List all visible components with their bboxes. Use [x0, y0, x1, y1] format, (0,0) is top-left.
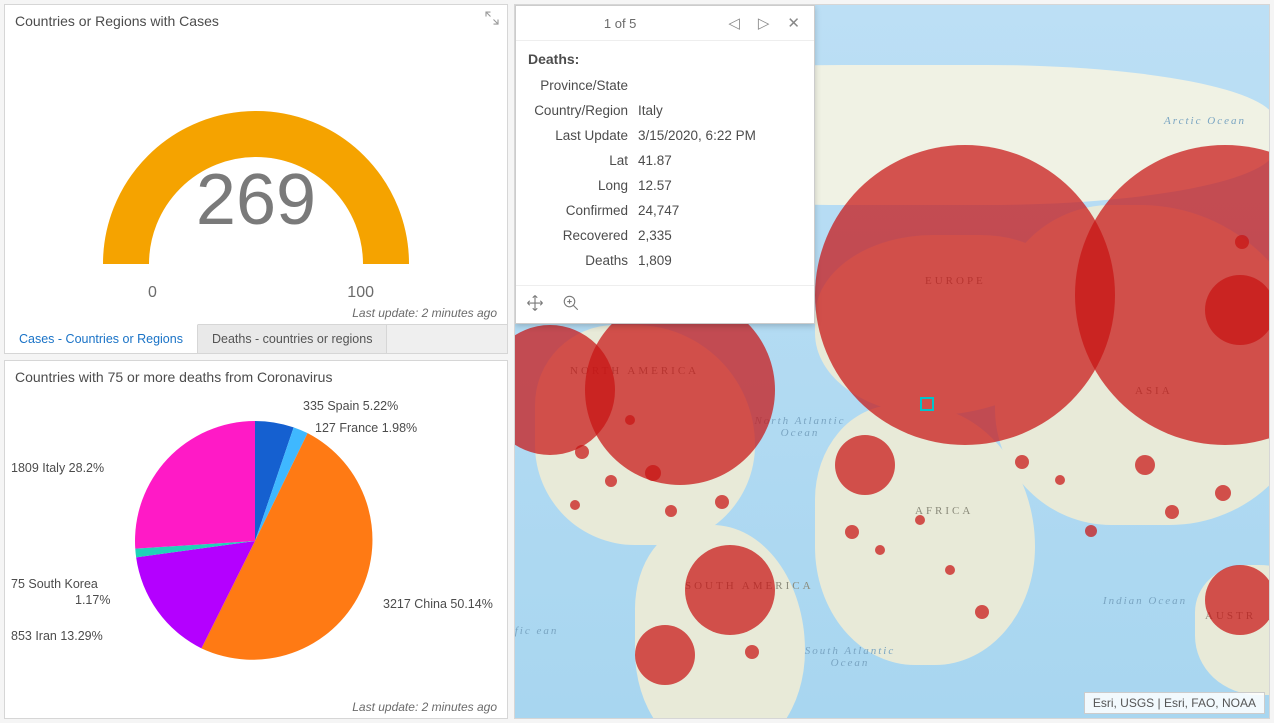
right-column: North America South America Europe Afric…	[514, 4, 1270, 719]
pan-icon[interactable]	[526, 294, 544, 315]
gauge-body: 269 0 100 Last update: 2 minutes ago	[5, 33, 507, 324]
popup-toolbar	[516, 285, 814, 323]
map-label-arctic: Arctic Ocean	[1155, 115, 1255, 127]
case-dot[interactable]	[745, 645, 759, 659]
popup-row: Long12.57	[528, 173, 802, 198]
case-dot[interactable]	[1215, 485, 1231, 501]
case-dot[interactable]	[945, 565, 955, 575]
popup-row: Recovered2,335	[528, 223, 802, 248]
popup-row: Confirmed24,747	[528, 198, 802, 223]
popup-row: Deaths1,809	[528, 248, 802, 273]
popup-fields: Province/State Country/RegionItaly Last …	[516, 73, 814, 285]
popup-next-icon[interactable]: ▷	[754, 12, 774, 34]
case-dot[interactable]	[570, 500, 580, 510]
gauge-max-label: 100	[347, 284, 374, 302]
gauge-min-label: 0	[148, 284, 157, 302]
pie-label-france: 127 France 1.98%	[315, 421, 417, 435]
expand-icon[interactable]	[483, 9, 501, 27]
left-column: Countries or Regions with Cases 269 0 10…	[4, 4, 508, 719]
case-dot[interactable]	[845, 525, 859, 539]
case-dot[interactable]	[715, 495, 729, 509]
popup-row: Country/RegionItaly	[528, 98, 802, 123]
pie-panel: Countries with 75 or more deaths from Co…	[4, 360, 508, 719]
pie-last-update: Last update: 2 minutes ago	[352, 700, 497, 714]
pie-label-spain: 335 Spain 5.22%	[303, 399, 398, 413]
gauge-last-update: Last update: 2 minutes ago	[352, 306, 497, 320]
case-dot[interactable]	[1085, 525, 1097, 537]
map-label-ind: Indian Ocean	[1095, 595, 1195, 607]
pie-label-skorea1: 75 South Korea	[11, 577, 98, 591]
gauge-title: Countries or Regions with Cases	[5, 5, 507, 33]
pie-title: Countries with 75 or more deaths from Co…	[5, 361, 507, 389]
map-label-pac: ific ean	[514, 625, 559, 637]
popup-row: Last Update3/15/2020, 6:22 PM	[528, 123, 802, 148]
popup-prev-icon[interactable]: ◁	[724, 12, 744, 34]
case-dot[interactable]	[665, 505, 677, 517]
case-bubble[interactable]	[685, 545, 775, 635]
tab-cases[interactable]: Cases - Countries or Regions	[5, 324, 198, 353]
map-label-satl: South Atlantic Ocean	[800, 645, 900, 669]
pie-label-iran: 853 Iran 13.29%	[11, 629, 103, 643]
map-attribution: Esri, USGS | Esri, FAO, NOAA	[1084, 692, 1265, 714]
case-dot[interactable]	[975, 605, 989, 619]
case-dot[interactable]	[605, 475, 617, 487]
case-bubble[interactable]	[835, 435, 895, 495]
case-dot[interactable]	[1055, 475, 1065, 485]
popup-row: Province/State	[528, 73, 802, 98]
case-dot[interactable]	[875, 545, 885, 555]
tab-deaths[interactable]: Deaths - countries or regions	[198, 325, 388, 353]
popup-pager: 1 of 5	[526, 16, 714, 31]
popup-title: Deaths:	[516, 41, 814, 73]
case-bubble[interactable]	[1205, 565, 1270, 635]
popup-close-icon[interactable]: ✕	[783, 12, 804, 34]
gauge-value: 269	[76, 159, 436, 241]
selected-feature-marker[interactable]	[920, 397, 934, 411]
case-dot[interactable]	[625, 415, 635, 425]
map-popup: 1 of 5 ◁ ▷ ✕ Deaths: Province/State Coun…	[515, 5, 815, 324]
map-label-af: Africa	[915, 505, 973, 517]
case-bubble[interactable]	[1205, 275, 1270, 345]
pie-chart	[115, 401, 395, 681]
pie-label-china: 3217 China 50.14%	[383, 597, 493, 611]
case-dot[interactable]	[1165, 505, 1179, 519]
zoom-icon[interactable]	[562, 294, 580, 315]
pie-body: 335 Spain 5.22% 127 France 1.98% 1809 It…	[5, 389, 507, 718]
gauge-panel: Countries or Regions with Cases 269 0 10…	[4, 4, 508, 354]
case-dot[interactable]	[645, 465, 661, 481]
dashboard-root: Countries or Regions with Cases 269 0 10…	[0, 0, 1274, 723]
popup-header: 1 of 5 ◁ ▷ ✕	[516, 6, 814, 41]
case-dot[interactable]	[1015, 455, 1029, 469]
pie-label-skorea2: 1.17%	[75, 593, 110, 607]
case-dot[interactable]	[1135, 455, 1155, 475]
case-dot[interactable]	[915, 515, 925, 525]
case-dot[interactable]	[1235, 235, 1249, 249]
gauge-tabs: Cases - Countries or Regions Deaths - co…	[5, 324, 507, 353]
case-bubble[interactable]	[635, 625, 695, 685]
case-bubble[interactable]	[815, 145, 1115, 445]
gauge-chart: 269 0 100	[76, 64, 436, 294]
map[interactable]: North America South America Europe Afric…	[514, 4, 1270, 719]
case-dot[interactable]	[575, 445, 589, 459]
pie-label-italy: 1809 Italy 28.2%	[11, 461, 104, 475]
popup-row: Lat41.87	[528, 148, 802, 173]
